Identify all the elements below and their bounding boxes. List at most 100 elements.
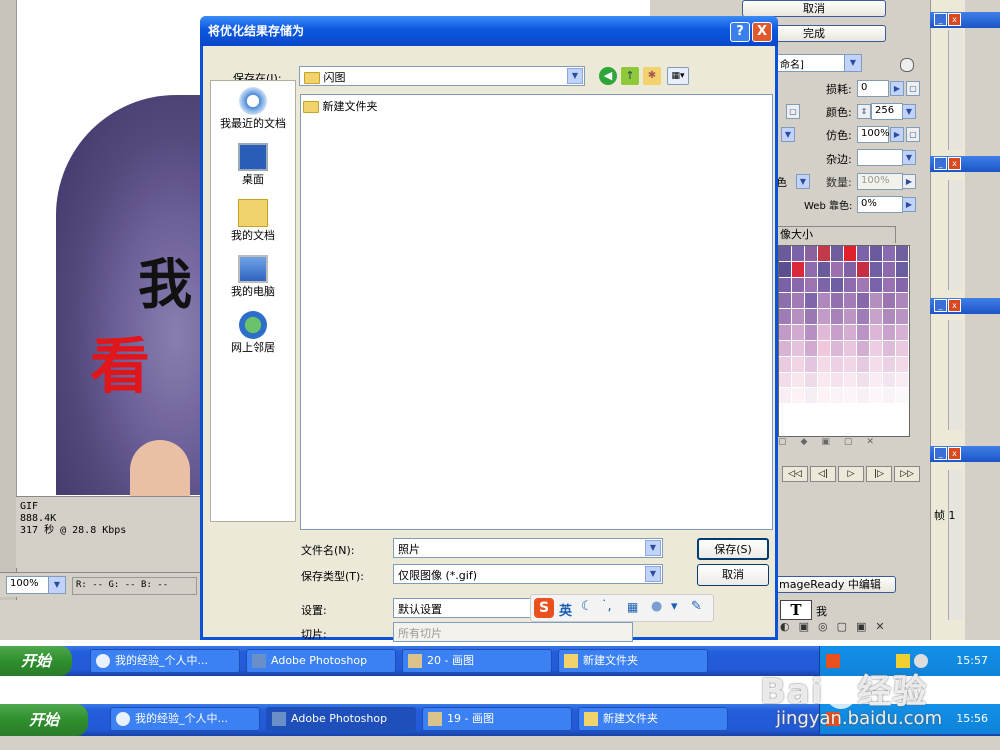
color-swatch[interactable] bbox=[896, 404, 909, 421]
color-swatch[interactable] bbox=[857, 388, 870, 405]
color-swatch[interactable] bbox=[883, 309, 896, 326]
place-desktop[interactable]: 桌面 bbox=[211, 143, 295, 199]
place-recent[interactable]: 我最近的文档 bbox=[211, 87, 295, 143]
place-network[interactable]: 网上邻居 bbox=[211, 311, 295, 367]
color-swatch[interactable] bbox=[870, 420, 883, 436]
minimize-icon[interactable]: _ bbox=[934, 299, 947, 312]
palette-scrollbar[interactable] bbox=[948, 470, 963, 620]
color-swatch[interactable] bbox=[870, 309, 883, 326]
color-swatch[interactable] bbox=[857, 420, 870, 436]
color-swatch[interactable] bbox=[831, 404, 844, 421]
color-swatch[interactable] bbox=[779, 404, 792, 421]
color-swatch[interactable] bbox=[844, 340, 857, 357]
color-swatch[interactable] bbox=[883, 388, 896, 405]
task-browser[interactable]: 我的经验_个人中... bbox=[110, 707, 260, 731]
preset-select[interactable]: 命名] ▼ bbox=[776, 54, 862, 72]
minimize-icon[interactable]: _ bbox=[934, 447, 947, 460]
color-swatch[interactable] bbox=[896, 372, 909, 389]
color-swatch[interactable] bbox=[844, 277, 857, 294]
color-swatch[interactable] bbox=[857, 309, 870, 326]
chevron-right-icon[interactable]: ▶ bbox=[890, 127, 904, 142]
skin-icon[interactable]: ▾ bbox=[671, 599, 678, 614]
zoom-select[interactable]: 100% ▼ bbox=[6, 576, 66, 594]
color-swatch[interactable] bbox=[844, 356, 857, 373]
start-button[interactable]: 开始 bbox=[0, 646, 72, 676]
save-in-select[interactable]: 闪图 ▼ bbox=[299, 66, 585, 86]
task-folder[interactable]: 新建文件夹 bbox=[558, 649, 708, 673]
color-swatch[interactable] bbox=[857, 356, 870, 373]
palette-scrollbar[interactable] bbox=[948, 30, 963, 150]
color-swatch[interactable] bbox=[883, 404, 896, 421]
help-button[interactable]: ? bbox=[730, 22, 750, 42]
color-swatch[interactable] bbox=[792, 388, 805, 405]
color-swatch[interactable] bbox=[844, 309, 857, 326]
minimize-icon[interactable]: _ bbox=[934, 13, 947, 26]
anim-prev-button[interactable]: ◁| bbox=[810, 466, 836, 482]
chevron-right-icon[interactable]: ▶ bbox=[902, 197, 916, 212]
filetype-select[interactable]: 仅限图像 (*.gif) ▼ bbox=[393, 564, 663, 584]
color-swatch[interactable] bbox=[792, 404, 805, 421]
color-swatch[interactable] bbox=[844, 246, 857, 262]
start-button[interactable]: 开始 bbox=[0, 704, 88, 736]
close-icon[interactable]: x bbox=[948, 157, 961, 170]
color-swatch[interactable] bbox=[857, 340, 870, 357]
color-swatch[interactable] bbox=[883, 340, 896, 357]
anim-play-button[interactable]: ▷ bbox=[838, 466, 864, 482]
color-swatch[interactable] bbox=[857, 293, 870, 310]
panel-menu-icon[interactable] bbox=[900, 58, 914, 72]
color-swatch[interactable] bbox=[870, 277, 883, 294]
close-button[interactable]: X bbox=[752, 22, 772, 42]
color-swatch[interactable] bbox=[818, 325, 831, 341]
matte-input[interactable] bbox=[857, 149, 903, 166]
color-swatch[interactable] bbox=[883, 277, 896, 294]
color-swatch[interactable] bbox=[805, 356, 818, 373]
color-swatch[interactable] bbox=[844, 388, 857, 405]
dither-input[interactable]: 100% bbox=[857, 126, 890, 143]
color-swatch[interactable] bbox=[779, 340, 792, 357]
color-swatch[interactable] bbox=[779, 277, 792, 294]
color-swatch[interactable] bbox=[883, 246, 896, 262]
color-swatch[interactable] bbox=[870, 372, 883, 389]
color-swatch[interactable] bbox=[896, 340, 909, 357]
stepper-icon[interactable]: ⇕ bbox=[857, 104, 871, 119]
color-swatch[interactable] bbox=[792, 309, 805, 326]
color-swatch[interactable] bbox=[818, 372, 831, 389]
color-swatch[interactable] bbox=[779, 325, 792, 341]
color-swatch[interactable] bbox=[857, 372, 870, 389]
back-icon[interactable]: ◀ bbox=[599, 67, 617, 85]
ime-lang-toggle[interactable]: 英 bbox=[559, 600, 572, 619]
palette-scrollbar[interactable] bbox=[948, 320, 963, 430]
new-folder-icon[interactable]: ✱ bbox=[643, 67, 661, 85]
anim-last-button[interactable]: ▷▷ bbox=[894, 466, 920, 482]
colors-input[interactable]: 256 bbox=[871, 103, 903, 120]
anim-next-button[interactable]: |▷ bbox=[866, 466, 892, 482]
file-list[interactable]: 新建文件夹 bbox=[300, 94, 773, 530]
moon-icon[interactable]: ☾ bbox=[581, 599, 593, 614]
keyboard-icon[interactable]: ▦ bbox=[627, 600, 638, 614]
color-swatch[interactable] bbox=[883, 293, 896, 310]
color-swatch[interactable] bbox=[818, 309, 831, 326]
minimize-icon[interactable]: _ bbox=[934, 157, 947, 170]
color-swatch[interactable] bbox=[844, 293, 857, 310]
filename-input[interactable]: 照片 ▼ bbox=[393, 538, 663, 558]
color-swatch[interactable] bbox=[896, 420, 909, 436]
chevron-down-icon[interactable]: ▼ bbox=[781, 127, 795, 142]
color-swatch[interactable] bbox=[896, 325, 909, 341]
color-swatch[interactable] bbox=[844, 325, 857, 341]
loss-input[interactable]: 0 bbox=[857, 80, 889, 97]
color-swatch[interactable] bbox=[779, 420, 792, 436]
color-swatch[interactable] bbox=[831, 277, 844, 294]
color-swatch[interactable] bbox=[896, 293, 909, 310]
chevron-down-icon[interactable]: ▼ bbox=[902, 104, 916, 119]
color-swatch[interactable] bbox=[896, 309, 909, 326]
close-icon[interactable]: x bbox=[948, 13, 961, 26]
color-swatch[interactable] bbox=[805, 261, 818, 278]
color-swatch[interactable] bbox=[779, 372, 792, 389]
task-browser[interactable]: 我的经验_个人中... bbox=[90, 649, 240, 673]
color-swatch[interactable] bbox=[818, 356, 831, 373]
color-swatch[interactable] bbox=[805, 372, 818, 389]
edit-in-imageready-button[interactable]: mageReady 中编辑 bbox=[776, 576, 896, 593]
color-swatch[interactable] bbox=[896, 261, 909, 278]
color-swatch[interactable] bbox=[818, 388, 831, 405]
color-swatch[interactable] bbox=[805, 309, 818, 326]
